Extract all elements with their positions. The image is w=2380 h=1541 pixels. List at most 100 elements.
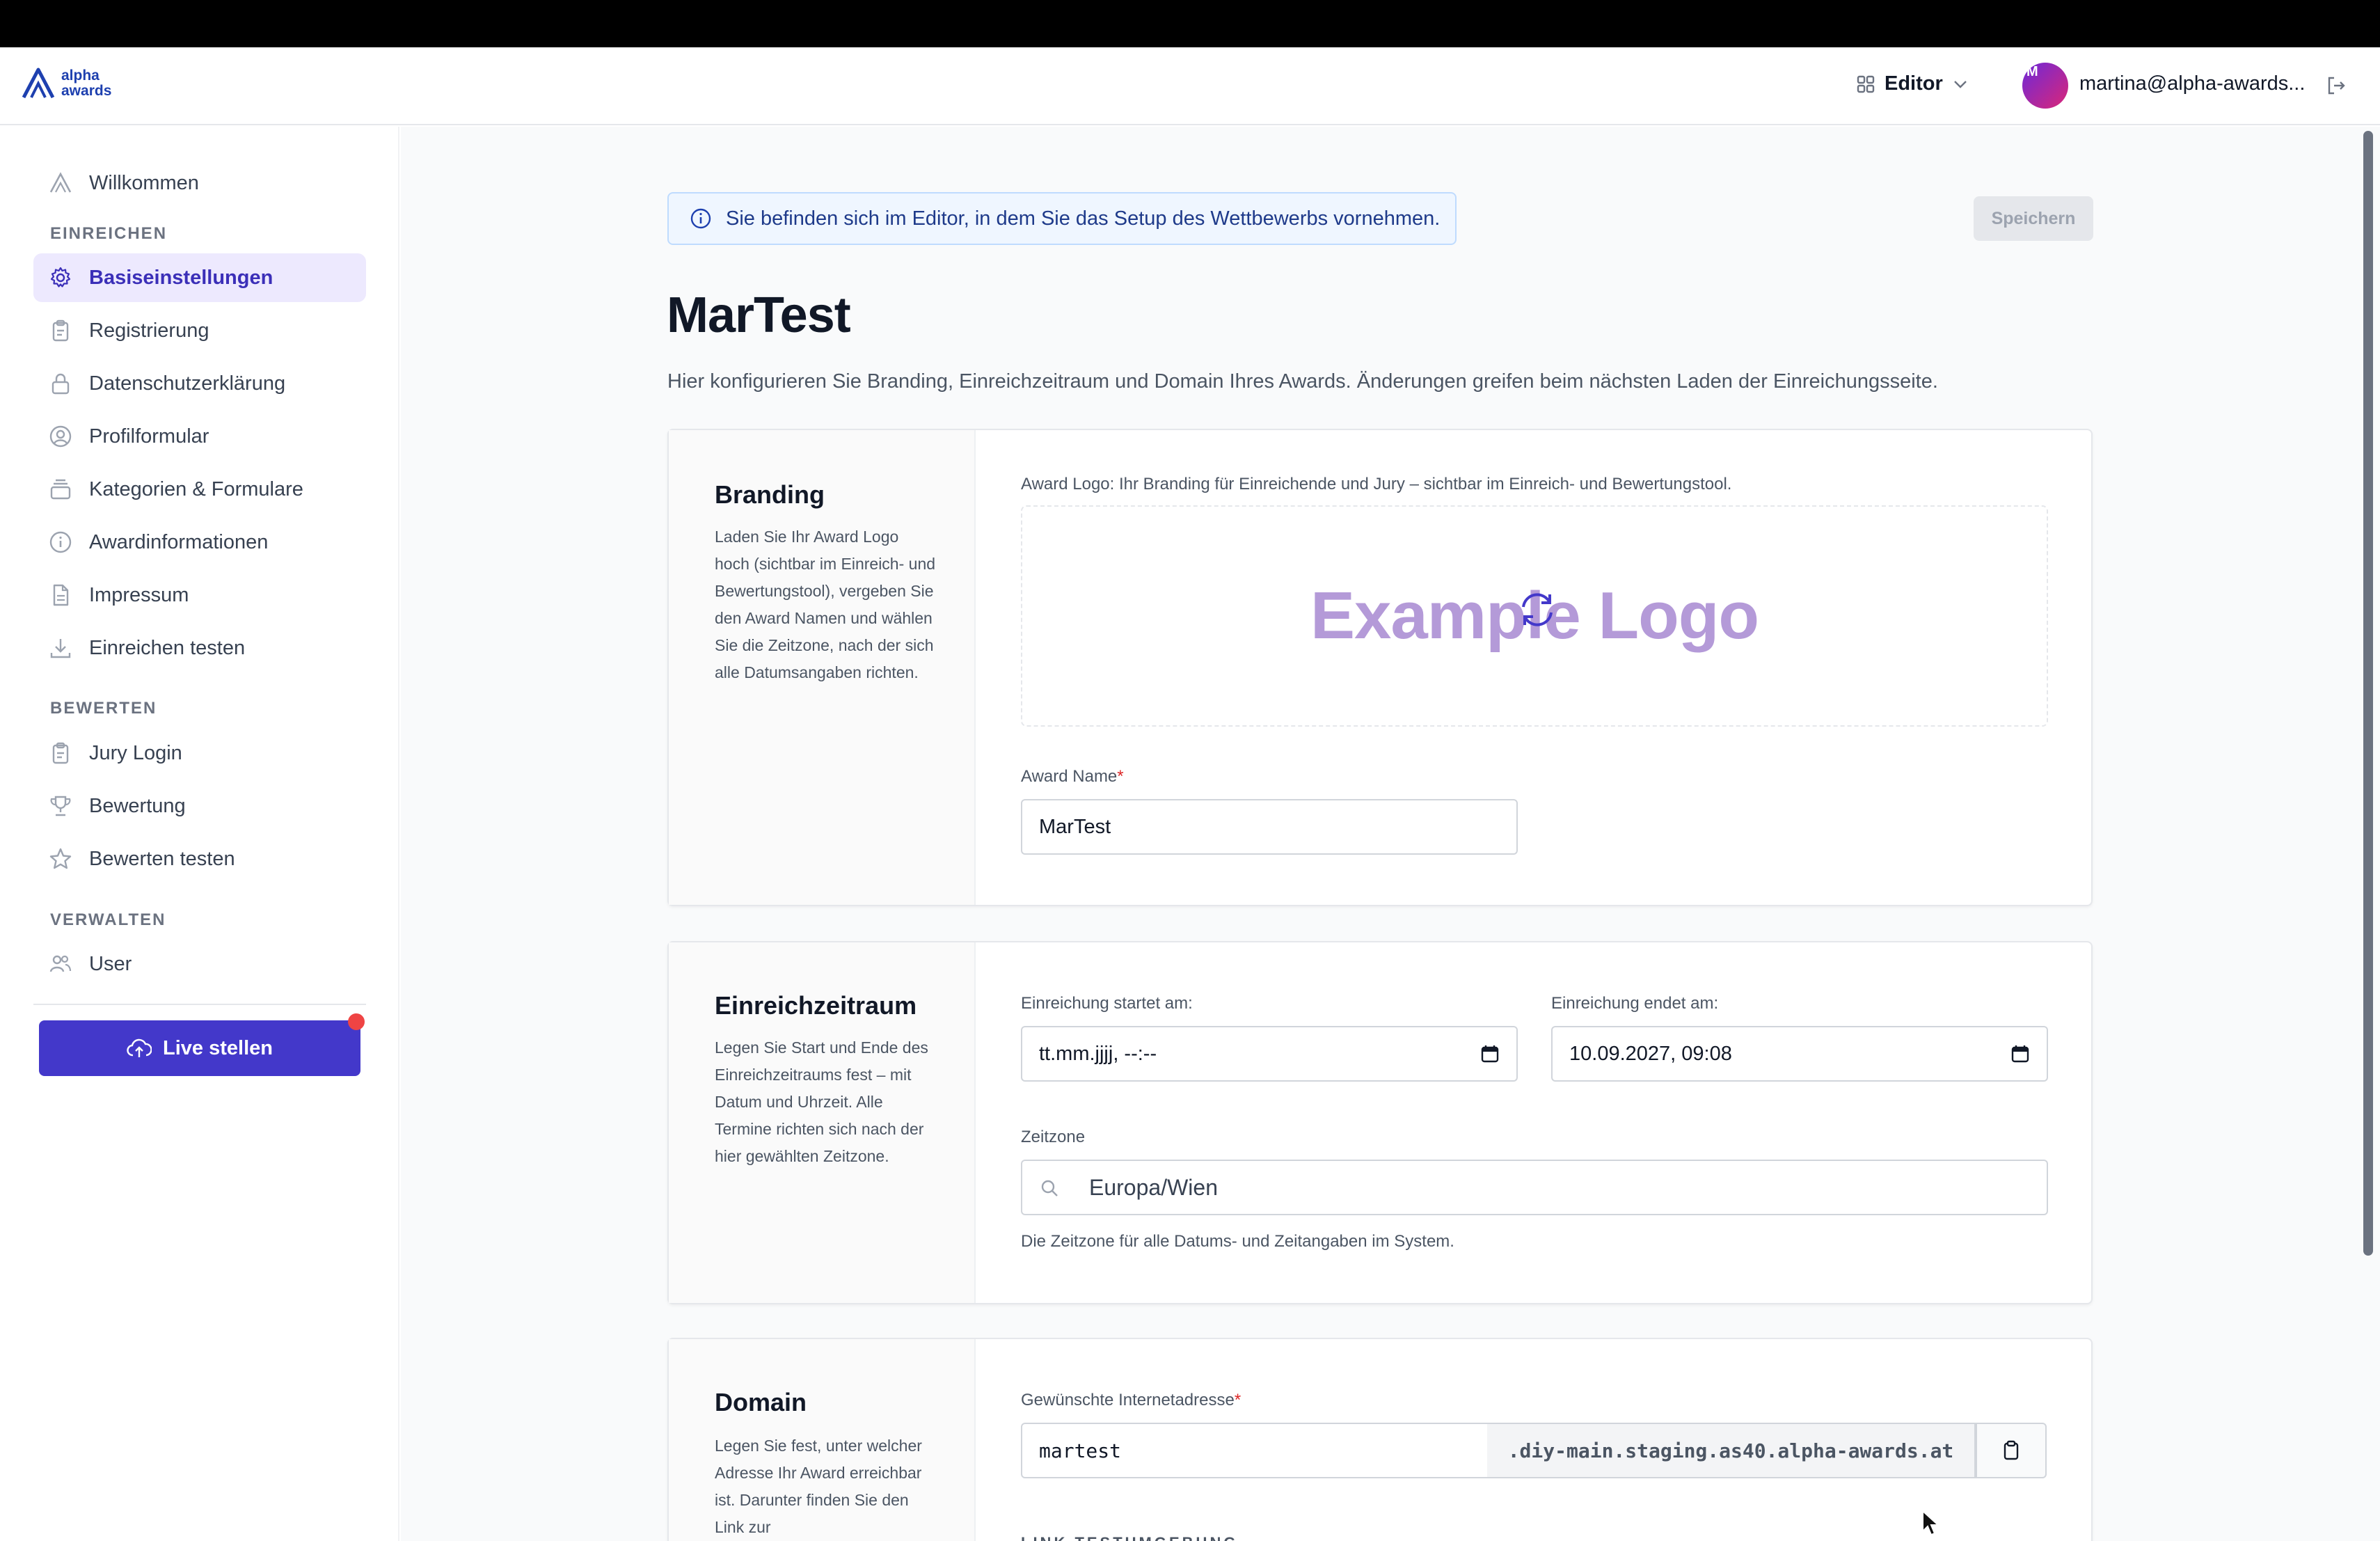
scrollbar[interactable] xyxy=(2363,131,2373,1256)
search-icon xyxy=(1041,1180,1058,1196)
mode-switcher[interactable]: Editor xyxy=(1857,72,1968,95)
live-button-label: Live stellen xyxy=(163,1036,273,1059)
save-button[interactable]: Speichern xyxy=(1974,196,2093,241)
document-icon xyxy=(53,584,69,606)
sidebar-section-einreichen: EINREICHEN xyxy=(50,224,168,243)
users-icon xyxy=(49,955,72,972)
live-stellen-button[interactable]: Live stellen xyxy=(39,1020,360,1076)
lock-icon xyxy=(51,373,70,395)
user-circle-icon xyxy=(49,425,72,448)
system-top-bar xyxy=(0,0,2380,47)
test-link-label: LINK TESTUMGEBUNG xyxy=(1021,1534,1238,1541)
period-heading: Einreichzeitraum xyxy=(715,991,917,1020)
sidebar-item-welcome[interactable]: Willkommen xyxy=(33,159,366,207)
sidebar-item-user[interactable]: User xyxy=(33,940,366,988)
logo-upload-area[interactable]: Example Logo xyxy=(1021,505,2048,727)
domain-card: Domain Legen Sie fest, unter welcher Adr… xyxy=(667,1338,2093,1541)
sidebar: Willkommen EINREICHEN Basiseinstellungen… xyxy=(0,127,399,1541)
info-icon xyxy=(49,531,72,553)
branding-description: Laden Sie Ihr Award Logo hoch (sichtbar … xyxy=(715,528,936,681)
sidebar-item-label: Registrierung xyxy=(89,319,209,342)
sidebar-item-impressum[interactable]: Impressum xyxy=(33,571,366,619)
logo-text-line2: awards xyxy=(61,83,112,99)
timezone-label: Zeitzone xyxy=(1021,1128,1086,1146)
star-icon xyxy=(49,848,72,869)
sidebar-item-label: Datenschutzerklärung xyxy=(89,372,286,395)
clipboard-icon xyxy=(52,742,69,764)
timezone-select[interactable]: Europa/Wien xyxy=(1021,1160,2048,1215)
domain-input[interactable]: martest xyxy=(1021,1423,1489,1478)
sidebar-section-bewerten: BEWERTEN xyxy=(50,699,157,718)
gear-icon xyxy=(50,267,71,287)
trophy-icon xyxy=(50,796,71,816)
page-subtitle: Hier konfigurieren Sie Branding, Einreic… xyxy=(667,370,1938,393)
period-card: Einreichzeitraum Legen Sie Start und End… xyxy=(667,941,2093,1304)
sidebar-item-label: Kategorien & Formulare xyxy=(89,477,303,500)
branding-heading: Branding xyxy=(715,480,825,509)
clipboard-icon xyxy=(52,319,69,342)
sidebar-item-registrierung[interactable]: Registrierung xyxy=(33,306,366,355)
grid-icon xyxy=(1857,75,1875,93)
sidebar-item-einreichen-testen[interactable]: Einreichen testen xyxy=(33,624,366,672)
end-date-input[interactable]: 10.09.2027, 09:08 xyxy=(1551,1026,2048,1082)
sidebar-item-datenschutz[interactable]: Datenschutzerklärung xyxy=(33,359,366,408)
calendar-icon[interactable] xyxy=(1480,1044,1500,1064)
timezone-help: Die Zeitzone für alle Datums- und Zeitan… xyxy=(1021,1232,1454,1251)
user-email[interactable]: martina@alpha-awards... xyxy=(2079,72,2305,95)
sidebar-item-label: Bewerten testen xyxy=(89,847,235,870)
end-date-label: Einreichung endet am: xyxy=(1551,994,1719,1013)
sidebar-item-bewerten-testen[interactable]: Bewerten testen xyxy=(33,835,366,883)
required-asterisk: * xyxy=(1117,767,1124,786)
sidebar-item-awardinformationen[interactable]: Awardinformationen xyxy=(33,518,366,567)
app-header: alpha awards Editor M martina@alpha-awar… xyxy=(0,47,2380,125)
chevron-down-icon xyxy=(1953,80,1967,88)
sidebar-item-label: User xyxy=(89,952,132,975)
timezone-value: Europa/Wien xyxy=(1089,1174,1218,1200)
sidebar-item-basiseinstellungen[interactable]: Basiseinstellungen xyxy=(33,253,366,302)
domain-suffix: .diy-main.staging.as40.alpha-awards.at xyxy=(1487,1423,1976,1478)
sidebar-item-label: Impressum xyxy=(89,583,189,606)
sidebar-item-label: Awardinformationen xyxy=(89,530,269,553)
info-icon xyxy=(690,208,711,229)
notification-dot xyxy=(348,1013,365,1030)
sidebar-item-jury-login[interactable]: Jury Login xyxy=(33,729,366,777)
alpha-awards-logo[interactable]: alpha awards xyxy=(21,67,111,100)
logo-text-line1: alpha xyxy=(61,68,100,84)
award-name-label: Award Name* xyxy=(1021,767,1124,787)
logo-mark-icon xyxy=(22,68,55,99)
refresh-icon[interactable] xyxy=(1516,589,1558,631)
start-date-value: tt.mm.jjjj, --:-- xyxy=(1039,1042,1157,1065)
alpha-logo-icon xyxy=(49,172,72,193)
calendar-icon[interactable] xyxy=(2010,1044,2030,1064)
cloud-upload-icon xyxy=(127,1038,152,1057)
mouse-cursor-icon xyxy=(1922,1509,1940,1536)
sidebar-section-verwalten: VERWALTEN xyxy=(50,910,166,929)
sidebar-item-profilformular[interactable]: Profilformular xyxy=(33,412,366,461)
avatar-initial: M xyxy=(2026,64,2038,79)
address-label: Gewünschte Internetadresse* xyxy=(1021,1391,1241,1410)
start-date-label: Einreichung startet am: xyxy=(1021,994,1193,1013)
address-label-text: Gewünschte Internetadresse xyxy=(1021,1391,1235,1409)
sidebar-item-label: Basiseinstellungen xyxy=(89,266,273,289)
end-date-value: 10.09.2027, 09:08 xyxy=(1569,1042,1732,1065)
logout-icon[interactable] xyxy=(2326,75,2347,96)
sidebar-item-bewertung[interactable]: Bewertung xyxy=(33,782,366,830)
award-logo-label: Award Logo: Ihr Branding für Einreichend… xyxy=(1021,475,1732,493)
copy-button[interactable] xyxy=(1976,1423,2047,1478)
info-banner-text: Sie befinden sich im Editor, in dem Sie … xyxy=(726,207,1441,230)
start-date-input[interactable]: tt.mm.jjjj, --:-- xyxy=(1021,1026,1518,1082)
avatar[interactable]: M xyxy=(2022,63,2068,109)
domain-heading: Domain xyxy=(715,1388,807,1416)
award-name-label-text: Award Name xyxy=(1021,767,1118,786)
sidebar-divider xyxy=(33,1004,366,1005)
sidebar-item-label: Bewertung xyxy=(89,794,186,817)
required-asterisk: * xyxy=(1234,1391,1241,1409)
sidebar-item-label: Jury Login xyxy=(89,741,182,764)
sidebar-item-kategorien[interactable]: Kategorien & Formulare xyxy=(33,465,366,514)
sidebar-item-label: Profilformular xyxy=(89,425,209,448)
award-name-input[interactable]: MarTest xyxy=(1021,799,1518,855)
domain-description: Legen Sie fest, unter welcher Adresse Ih… xyxy=(715,1437,922,1536)
mode-label: Editor xyxy=(1885,72,1943,95)
editor-info-banner: Sie befinden sich im Editor, in dem Sie … xyxy=(667,192,1457,245)
page-title: MarTest xyxy=(667,287,851,343)
